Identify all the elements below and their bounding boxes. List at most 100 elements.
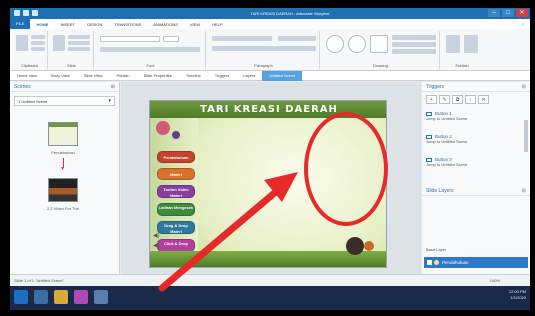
pin-icon[interactable]: ⊞ xyxy=(111,82,115,92)
ribbon-group-publish: Publish xyxy=(442,31,482,69)
layout-icon[interactable] xyxy=(68,35,90,39)
tab-home-view[interactable]: Home view xyxy=(10,71,44,81)
trigger-item[interactable]: Button 2 Jump to Untitled Scene xyxy=(426,134,522,144)
app-icon[interactable] xyxy=(94,290,108,304)
font-size-select[interactable] xyxy=(163,36,179,42)
undo-icon[interactable] xyxy=(32,10,38,16)
layers-panel-header: Slide Layers ⊞ xyxy=(422,186,530,196)
close-button[interactable]: ✕ xyxy=(516,9,528,17)
ribbon-group-font: Font xyxy=(96,31,206,69)
publish-icon[interactable] xyxy=(464,35,478,53)
trigger-item[interactable]: Button 3 Jump to Untitled Scene xyxy=(426,157,522,167)
menu-button-drag-drop[interactable]: Drag & Drop Materi xyxy=(157,221,195,234)
trigger-item[interactable]: Button 1 Jump to Untitled Scene xyxy=(426,111,522,121)
font-family-select[interactable] xyxy=(100,36,160,42)
menu-help[interactable]: HELP xyxy=(206,22,228,27)
tab-layers[interactable]: Layers xyxy=(236,71,262,81)
layer-row[interactable]: Pendahuluan xyxy=(424,257,528,268)
stage-area: TARI KREASI DAERAH Pendahuluan Materi To… xyxy=(121,82,421,274)
triggers-panel-title: Triggers xyxy=(426,84,445,90)
delete-slide-icon[interactable] xyxy=(68,47,90,51)
menu-file[interactable]: FILE xyxy=(10,19,31,29)
copy-icon[interactable] xyxy=(31,41,45,45)
text-direction-button[interactable] xyxy=(278,36,316,41)
format-painter-icon[interactable] xyxy=(31,47,45,51)
duplicate-icon[interactable] xyxy=(68,41,90,45)
shape-effects-button[interactable] xyxy=(392,49,436,54)
menu-transitions[interactable]: TRANSITIONS xyxy=(108,22,147,27)
slide-title: TARI KREASI DAERAH xyxy=(150,101,386,118)
tab-slide-view[interactable]: Slide View xyxy=(77,71,110,81)
maximize-button[interactable]: □ xyxy=(502,9,514,17)
paste-icon[interactable] xyxy=(16,35,28,51)
shape-outline-button[interactable] xyxy=(392,42,436,47)
window-title: TARI KREASI DAERAH - Articulate Storylin… xyxy=(250,11,330,16)
slide-canvas[interactable]: TARI KREASI DAERAH Pendahuluan Materi To… xyxy=(149,100,387,268)
help-icon[interactable]: ? xyxy=(522,22,524,27)
title-bar: TARI KREASI DAERAH - Articulate Storylin… xyxy=(10,8,530,19)
minimize-button[interactable]: – xyxy=(488,9,500,17)
tab-slide-properties[interactable]: Slide Properties xyxy=(137,71,179,81)
ribbon-group-label: Drawing xyxy=(373,63,388,68)
menu-view[interactable]: VIEW xyxy=(184,22,206,27)
new-slide-icon[interactable] xyxy=(53,35,65,51)
scenes-panel-title: Scenes xyxy=(14,84,31,90)
audio-icon[interactable]: ◀) xyxy=(153,242,160,249)
align-buttons[interactable] xyxy=(212,46,316,51)
clock-date: 1/1/2020 xyxy=(510,295,526,300)
ribbon: Clipboard Slide Font Paragraph Drawing P… xyxy=(10,29,530,71)
arrow-down-icon: ▼ xyxy=(60,166,65,172)
flower-decoration-icon xyxy=(156,121,170,135)
slide-thumbnail[interactable] xyxy=(48,178,78,202)
menu-insert[interactable]: INSERT xyxy=(54,22,81,27)
shape-fill-button[interactable] xyxy=(392,35,436,40)
menu-home[interactable]: HOME xyxy=(30,22,54,27)
quick-access-toolbar xyxy=(14,10,38,16)
storyline-app-icon[interactable] xyxy=(74,290,88,304)
save-icon[interactable] xyxy=(23,10,29,16)
shape-icon[interactable] xyxy=(326,35,344,53)
tab-untitled-scene[interactable]: Untitled Scene xyxy=(262,70,303,81)
audio-icon[interactable]: ◀) xyxy=(153,232,160,239)
font-style-buttons[interactable] xyxy=(100,47,200,52)
quick-styles-icon[interactable] xyxy=(370,35,388,53)
pin-icon[interactable]: ⊞ xyxy=(522,186,526,196)
pin-icon[interactable]: ⊞ xyxy=(522,82,526,92)
edit-trigger-icon[interactable]: ✎ xyxy=(439,95,450,104)
move-up-icon[interactable]: ↑ xyxy=(465,95,476,104)
status-bar: Slide 1 of 1 "Untitled Scene" 100% xyxy=(10,274,530,286)
menu-design[interactable]: DESIGN xyxy=(81,22,108,27)
preview-icon[interactable] xyxy=(446,35,460,53)
scene-select[interactable]: 1 Untitled Scene ▾ xyxy=(14,96,115,106)
menu-animations[interactable]: ANIMATIONS xyxy=(147,22,184,27)
menu-button-latihan[interactable]: Latihan Mengecek xyxy=(157,203,195,216)
base-layer-label: Base Layer xyxy=(426,247,447,252)
tab-triggers[interactable]: Triggers xyxy=(208,71,237,81)
tab-timeline[interactable]: Timeline xyxy=(179,71,208,81)
scenes-panel-header: Scenes ⊞ xyxy=(10,82,119,92)
triggers-panel: Triggers ⊞ + ✎ ⧉ ↑ ✕ Button 1 Jump to Un… xyxy=(422,82,530,274)
menu-button-video[interactable]: Tonton Video Materi xyxy=(157,185,195,198)
file-explorer-icon[interactable] xyxy=(54,290,68,304)
start-button-icon[interactable] xyxy=(14,290,28,304)
ribbon-group-clipboard: Clipboard xyxy=(12,31,48,69)
delete-trigger-icon[interactable]: ✕ xyxy=(478,95,489,104)
ribbon-group-slide: Slide xyxy=(50,31,94,69)
slide-thumbnail[interactable] xyxy=(48,122,78,146)
trigger-description: Jump to Untitled Scene xyxy=(426,116,468,121)
new-trigger-icon[interactable]: + xyxy=(426,95,437,104)
ribbon-group-label: Slide xyxy=(67,63,76,68)
ie-icon[interactable] xyxy=(34,290,48,304)
layer-checkbox[interactable] xyxy=(427,260,432,265)
menu-button-pendahuluan[interactable]: Pendahuluan xyxy=(157,151,195,163)
menu-bar: FILE HOME INSERT DESIGN TRANSITIONS ANIM… xyxy=(10,19,530,29)
arrange-icon[interactable] xyxy=(348,35,366,53)
app-window: TARI KREASI DAERAH - Articulate Storylin… xyxy=(10,8,530,310)
tab-publish[interactable]: Publish xyxy=(109,71,136,81)
copy-trigger-icon[interactable]: ⧉ xyxy=(452,95,463,104)
cut-icon[interactable] xyxy=(31,35,45,39)
menu-button-materi[interactable]: Materi xyxy=(157,168,195,180)
scrollbar[interactable] xyxy=(524,120,528,152)
tab-story-view[interactable]: Story View xyxy=(44,71,77,81)
list-buttons[interactable] xyxy=(212,36,272,41)
